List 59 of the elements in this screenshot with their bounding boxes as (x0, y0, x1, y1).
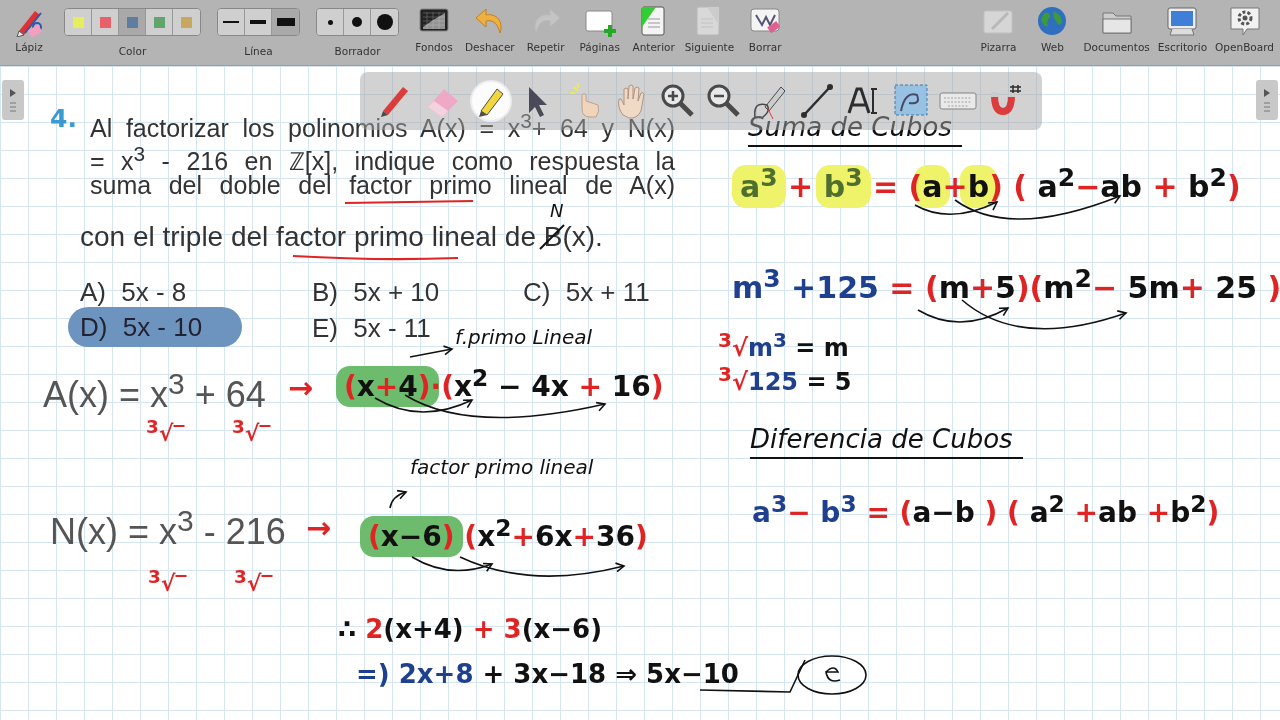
color-option[interactable] (119, 9, 146, 35)
tool-button[interactable] (469, 80, 512, 122)
toolbar-button[interactable]: Escritorio (1155, 0, 1210, 65)
panel-toggle[interactable] (2, 80, 24, 120)
panel-toggle[interactable] (1256, 80, 1278, 120)
highlighter-icon (470, 81, 511, 121)
monitor-icon (1166, 5, 1199, 37)
handwritten-note: f.primo Lineal (455, 325, 593, 349)
dot-icon (327, 19, 333, 25)
handwritten-formula: =) 2x+8 + 3x−18 ⇒ 5x−10 (356, 659, 739, 691)
dot-icon (376, 14, 393, 30)
printed-formula: N(x) = x$^{3}$ - 216 (50, 503, 286, 554)
line-width-icon (250, 20, 266, 24)
line-width-icon (223, 21, 239, 23)
answer-option[interactable]: D) 5x - 10 (68, 307, 242, 347)
toolbar-button[interactable]: Páginas (574, 0, 625, 65)
line-width-option[interactable] (218, 9, 245, 35)
printed-formula: A(x) = x$^{3}$ + 64 (43, 366, 266, 417)
answer-option[interactable]: B) 5x + 10 (306, 277, 446, 307)
handwritten-formula: $^{3}$√‾ (234, 566, 273, 598)
answer-option[interactable]: C) 5x + 11 (517, 277, 656, 307)
toolbar-button[interactable]: Borrar (740, 0, 791, 65)
question-text: Al factorizar los polinomios A(x) = x$^{3}$+ 64 y N(x) (90, 108, 675, 143)
toolbar-label: Línea (244, 45, 273, 57)
toolbar-button[interactable]: Fondos (409, 0, 459, 65)
toolbar-button[interactable]: OpenBoard (1213, 0, 1276, 65)
answer-option[interactable]: E) 5x - 11 (306, 313, 437, 343)
handwritten-note: N (550, 200, 564, 222)
eraser-size-option[interactable] (317, 9, 344, 35)
curved-arrow (389, 489, 408, 509)
line-width-option[interactable] (272, 9, 299, 35)
question-number: 4. (50, 104, 77, 133)
handwritten-formula: (x−6) (x$^{2}$+6x+36) (368, 514, 648, 554)
toolbar-button[interactable]: Deshacer (463, 0, 517, 65)
handwritten-heading: Diferencia de Cubos (750, 424, 1023, 460)
handwritten-formula: $^{3}$√m$^{3}$ = m (718, 328, 849, 363)
handwritten-formula: $^{3}$√125 = 5 (718, 362, 852, 397)
curved-arrow (409, 345, 454, 358)
toolbar-button[interactable]: Lápiz (4, 0, 54, 65)
gear-icon (1228, 5, 1261, 37)
handwritten-formula: m$^{3}$ +125 = (m+5)(m$^{2}$− 5m+ 25 ) (732, 264, 1280, 306)
handwritten-note: factor primo lineal (410, 455, 594, 479)
handwritten-formula: a$^{3}$− b$^{3}$ = (a−b ) ( a$^{2}$ +ab +b$^{2}$) (752, 490, 1220, 530)
globe-icon (1036, 5, 1069, 37)
handwritten-formula: $^{3}$√‾ (148, 566, 187, 598)
toolbar-label: Borrador (334, 45, 381, 57)
toolbar-label: Color (118, 45, 147, 57)
handwritten-formula: $^{3}$√‾ (146, 416, 185, 448)
handwritten-formula: → (288, 370, 314, 406)
line-width-icon (276, 18, 295, 26)
color-option[interactable] (65, 9, 92, 35)
dot-icon (352, 17, 362, 27)
toolbar-button[interactable]: Anterior (628, 0, 679, 65)
handwritten-formula: ∴ 2(x+4) + 3(x−6) (338, 614, 603, 646)
handwritten-formula: $^{3}$√‾ (232, 416, 271, 448)
answer-option[interactable]: A) 5x - 8 (74, 277, 193, 307)
handwritten-formula: → (306, 510, 332, 546)
toolbar-button[interactable]: Documentos (1081, 0, 1152, 65)
toolbar-button[interactable]: Web (1027, 0, 1078, 65)
